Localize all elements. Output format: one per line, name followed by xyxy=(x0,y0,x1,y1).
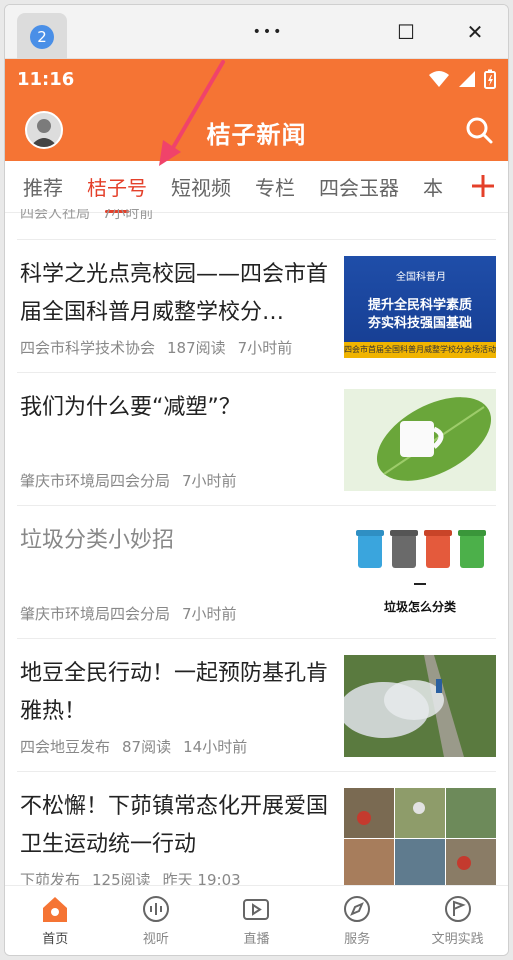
window-tab[interactable]: 2 xyxy=(17,13,67,59)
article-source: 四会地豆发布 xyxy=(20,738,111,756)
fogging-photo xyxy=(344,655,496,757)
article-thumbnail: 全国科普月 提升全民科学素质 夯实科技强国基础 四会市首届全国科普月威整学校分会… xyxy=(344,256,496,358)
article-card[interactable]: 不松懈！下茆镇常态化开展爱国卫生运动统一行动 下茆发布 125阅读 昨天 19:03 xyxy=(17,771,496,885)
news-feed: 四会人社局 7小时前 科学之光点亮校园——四会市首届全国科普月威整学校分… 四会… xyxy=(5,209,508,885)
battery-icon xyxy=(484,69,496,89)
channel-tabs: 推荐 桔子号 短视频 专栏 四会玉器 本 xyxy=(5,161,508,213)
tab-column[interactable]: 专栏 xyxy=(255,172,295,201)
article-reads: 125阅读 xyxy=(92,871,151,885)
article-meta: 肇庆市环境局四会分局 7小时前 xyxy=(20,470,249,491)
collage-photo xyxy=(344,788,496,885)
more-button[interactable]: ••• xyxy=(253,19,283,45)
status-icons xyxy=(428,69,496,89)
bins-caption: 垃圾怎么分类 xyxy=(383,600,456,614)
maximize-button[interactable]: ☐ xyxy=(391,19,421,45)
article-thumbnail xyxy=(344,389,496,491)
article-card[interactable]: 科学之光点亮校园——四会市首届全国科普月威整学校分… 四会市科学技术协会 187阅… xyxy=(17,239,496,372)
compass-icon xyxy=(344,896,371,922)
home-icon xyxy=(43,897,68,922)
signal-icon xyxy=(459,71,475,87)
article-thumbnail: 垃圾怎么分类 xyxy=(344,522,496,624)
search-icon[interactable] xyxy=(464,115,494,145)
article-source: 肇庆市环境局四会分局 xyxy=(20,605,171,623)
tab-juzihao[interactable]: 桔子号 xyxy=(87,172,147,213)
nav-label: 直播 xyxy=(243,932,270,947)
app-window: 2 ••• ☐ ✕ 11:16 桔子新闻 推荐 桔子号 短视频 专栏 四会玉器 … xyxy=(4,4,509,956)
app-header: 桔子新闻 xyxy=(5,105,508,161)
article-title: 垃圾分类小妙招 xyxy=(20,528,175,553)
nav-label: 文明实践 xyxy=(431,932,484,947)
article-source: 下茆发布 xyxy=(20,871,81,885)
article-time: 7小时前 xyxy=(237,339,293,357)
audio-icon xyxy=(142,896,169,922)
window-titlebar: 2 ••• ☐ ✕ xyxy=(5,5,508,59)
article-title: 地豆全民行动！一起预防基孔肯雅热！ xyxy=(20,661,329,724)
article-meta: 下茆发布 125阅读 昨天 19:03 xyxy=(20,869,253,885)
live-icon xyxy=(243,899,270,920)
bottom-navigation: 首页 视听 直播 服务 文明实践 xyxy=(5,885,508,955)
article-meta: 四会市科学技术协会 187阅读 7小时前 xyxy=(20,337,304,358)
article-time: 14小时前 xyxy=(183,738,248,756)
article-reads: 187阅读 xyxy=(167,339,226,357)
nav-label: 视听 xyxy=(142,932,169,947)
nav-label: 首页 xyxy=(42,932,69,947)
close-button[interactable]: ✕ xyxy=(460,19,490,45)
article-title: 我们为什么要“减塑”？ xyxy=(20,395,241,420)
article-meta: 肇庆市环境局四会分局 7小时前 xyxy=(20,603,249,624)
wifi-icon xyxy=(429,71,449,87)
article-thumbnail xyxy=(344,788,496,885)
poster-badge: 全国科普月 xyxy=(396,272,446,283)
poster-footer: 四会市首届全国科普月威整学校分会场活动 xyxy=(344,342,496,358)
article-time: 7小时前 xyxy=(182,605,237,623)
article-card[interactable]: 垃圾分类小妙招 肇庆市环境局四会分局 7小时前 垃圾怎么分类 xyxy=(17,505,496,638)
tab-count-badge: 2 xyxy=(30,25,54,49)
tab-local[interactable]: 本 xyxy=(423,172,443,201)
add-channel-button[interactable] xyxy=(466,169,500,203)
poster-line-2: 夯实科技强国基础 xyxy=(367,316,472,331)
article-card[interactable]: 我们为什么要“减塑”？ 肇庆市环境局四会分局 7小时前 xyxy=(17,372,496,505)
article-time: 7小时前 xyxy=(182,472,237,490)
article-title: 科学之光点亮校园——四会市首届全国科普月威整学校分… xyxy=(20,262,329,325)
article-card[interactable]: 地豆全民行动！一起预防基孔肯雅热！ 四会地豆发布 87阅读 14小时前 xyxy=(17,638,496,771)
tab-recommend[interactable]: 推荐 xyxy=(23,172,63,201)
partial-article[interactable]: 四会人社局 7小时前 xyxy=(5,209,508,239)
nav-home[interactable]: 首页 xyxy=(5,886,106,955)
plus-icon xyxy=(472,175,494,197)
nav-label: 服务 xyxy=(344,932,371,947)
article-source: 四会市科学技术协会 xyxy=(20,339,156,357)
article-meta: 四会地豆发布 87阅读 14小时前 xyxy=(20,736,259,757)
nav-audio-video[interactable]: 视听 xyxy=(106,886,207,955)
article-source: 肇庆市环境局四会分局 xyxy=(20,472,171,490)
poster-line-1: 提升全民科学素质 xyxy=(367,298,472,313)
flag-icon xyxy=(444,896,471,922)
tab-sihui-jade[interactable]: 四会玉器 xyxy=(319,172,399,201)
article-title: 不松懈！下茆镇常态化开展爱国卫生运动统一行动 xyxy=(20,794,329,857)
trash-bins-image xyxy=(356,530,486,585)
nav-civilization[interactable]: 文明实践 xyxy=(407,886,508,955)
status-time: 11:16 xyxy=(17,69,75,90)
article-reads: 87阅读 xyxy=(122,738,172,756)
article-thumbnail xyxy=(344,655,496,757)
app-title: 桔子新闻 xyxy=(206,121,307,149)
nav-services[interactable]: 服务 xyxy=(307,886,408,955)
nav-live[interactable]: 直播 xyxy=(206,886,307,955)
status-bar: 11:16 xyxy=(5,59,508,105)
leaf-cup-image xyxy=(376,397,492,481)
article-time: 昨天 19:03 xyxy=(162,871,241,885)
article-source: 四会人社局 xyxy=(20,209,90,222)
tab-short-video[interactable]: 短视频 xyxy=(171,172,231,201)
article-time: 7小时前 xyxy=(102,209,154,222)
